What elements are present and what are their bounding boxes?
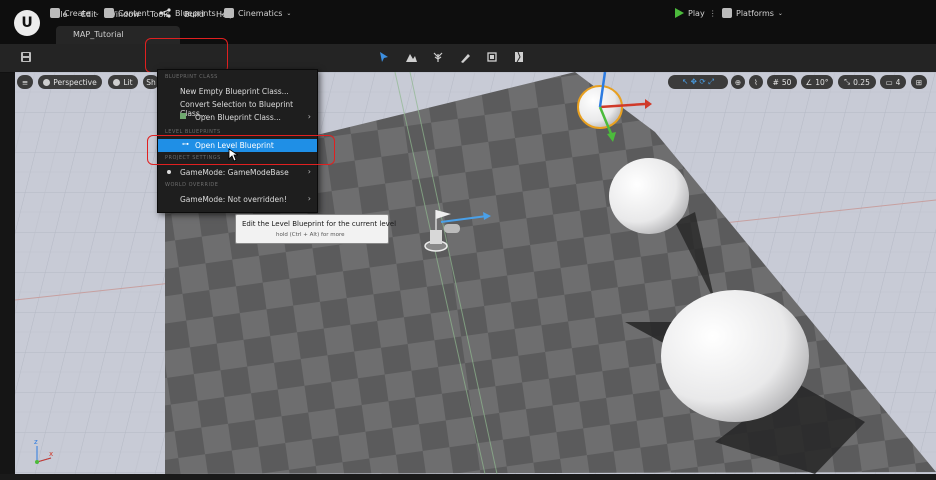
viewport-scene: z x xyxy=(15,72,936,474)
grid-snap-icon: # xyxy=(772,77,779,87)
transform-tools[interactable]: ↖ ✥ ⟳ ⤢ xyxy=(668,75,728,89)
foliage-mode-icon[interactable] xyxy=(432,51,444,63)
scale-snap-icon: ⤡ xyxy=(844,77,851,86)
create-label: Create xyxy=(64,8,91,18)
cinematics-icon xyxy=(224,8,234,18)
tooltip-hint: hold (Ctrl + Alt) for more xyxy=(276,232,345,238)
sphere-medium[interactable] xyxy=(609,158,689,234)
menu-item-open-blueprint-class[interactable]: Open Blueprint Class... › xyxy=(158,111,317,124)
menu-item-label: GameMode: GameModeBase xyxy=(180,168,289,177)
grid-snap-button[interactable]: # 50 xyxy=(767,75,797,89)
viewport-options-icon[interactable]: ≡ xyxy=(17,75,33,89)
cinematics-label: Cinematics xyxy=(238,8,283,18)
title-bar: U File Edit Window Tools Build Help MAP_… xyxy=(0,0,936,44)
blueprints-button[interactable]: Blueprints ⌄ xyxy=(159,8,225,18)
content-icon xyxy=(104,8,114,18)
cinematics-button[interactable]: Cinematics ⌄ xyxy=(224,8,291,18)
section-world-override: WORLD OVERRIDE xyxy=(165,182,219,188)
scale-snap-button[interactable]: ⤡ 0.25 xyxy=(838,75,876,89)
maximize-viewport-icon[interactable]: ⊞ xyxy=(911,75,927,89)
play-icon xyxy=(675,8,684,18)
svg-text:z: z xyxy=(34,438,38,446)
show-label: Sh xyxy=(146,77,156,87)
submenu-arrow-icon: › xyxy=(307,194,311,203)
transform-tools-icon: ↖ ✥ ⟳ ⤢ xyxy=(681,77,714,86)
unreal-logo-icon[interactable]: U xyxy=(14,10,40,36)
landscape-mode-icon[interactable] xyxy=(405,51,417,63)
modeling-mode-icon[interactable] xyxy=(486,51,498,63)
svg-text:x: x xyxy=(49,450,53,458)
sphere-large[interactable] xyxy=(661,290,809,422)
menu-item-label: New Empty Blueprint Class... xyxy=(180,87,289,96)
menu-item-gamemode[interactable]: GameMode: GameModeBase › xyxy=(158,166,317,179)
camera-speed-value: 4 xyxy=(895,77,901,87)
open-level-blueprint-highlight xyxy=(147,135,335,165)
grid-snap-value: 50 xyxy=(781,77,792,87)
save-icon[interactable] xyxy=(20,51,32,63)
play-options-icon[interactable]: ⋮ xyxy=(709,9,717,18)
menu-item-convert-selection[interactable]: Convert Selection to Blueprint Class... xyxy=(158,98,317,118)
section-blueprint-class: BLUEPRINT CLASS xyxy=(165,74,218,80)
mesh-paint-icon[interactable] xyxy=(459,51,471,63)
mouse-cursor-icon xyxy=(228,148,238,162)
submenu-arrow-icon: › xyxy=(307,167,311,176)
tooltip: Edit the Level Blueprint for the current… xyxy=(235,214,396,244)
lit-button[interactable]: Lit xyxy=(108,75,138,89)
bottom-bar xyxy=(0,474,936,480)
world-space-icon[interactable]: ⊕ xyxy=(731,75,745,89)
menu-item-label: GameMode: Not overridden! xyxy=(180,195,287,204)
rotation-snap-value: 10° xyxy=(815,77,829,87)
lit-label: Lit xyxy=(123,77,133,87)
platforms-icon xyxy=(722,8,732,18)
create-button[interactable]: Create ⌄ xyxy=(50,8,100,18)
perspective-icon xyxy=(43,78,51,86)
platforms-button[interactable]: Platforms ⌄ xyxy=(722,8,783,18)
camera-speed-icon: ▭ xyxy=(885,77,893,87)
menu-item-gamemode-override[interactable]: GameMode: Not overridden! › xyxy=(158,193,317,206)
perspective-button[interactable]: Perspective xyxy=(38,75,102,89)
level-viewport[interactable]: z x xyxy=(15,72,936,474)
blueprint-icon xyxy=(159,8,171,18)
perspective-label: Perspective xyxy=(53,77,97,87)
content-button[interactable]: Content xyxy=(104,8,150,18)
level-tab-label: MAP_Tutorial xyxy=(73,30,124,39)
open-class-icon xyxy=(180,113,186,119)
fracture-mode-icon[interactable] xyxy=(513,51,525,63)
camera-speed-button[interactable]: ▭ 4 xyxy=(880,75,906,89)
play-label: Play xyxy=(688,8,705,18)
lit-icon xyxy=(113,78,121,86)
blueprints-highlight xyxy=(145,38,228,73)
create-icon xyxy=(50,8,60,18)
menu-item-label: Open Blueprint Class... xyxy=(195,113,281,122)
tooltip-text: Edit the Level Blueprint for the current… xyxy=(242,220,397,228)
bullet-icon xyxy=(167,170,171,174)
rotation-snap-icon: ∠ xyxy=(805,77,813,87)
rotation-snap-button[interactable]: ∠ 10° xyxy=(801,75,833,89)
submenu-arrow-icon: › xyxy=(307,112,311,121)
blueprints-label: Blueprints xyxy=(175,8,216,18)
menu-item-new-empty-blueprint[interactable]: New Empty Blueprint Class... xyxy=(158,85,317,98)
platforms-label: Platforms xyxy=(736,8,774,18)
select-mode-icon[interactable] xyxy=(378,51,390,63)
surface-snap-icon[interactable]: ⌇ xyxy=(749,75,763,89)
content-label: Content xyxy=(118,8,150,18)
scale-snap-value: 0.25 xyxy=(853,77,870,87)
play-button[interactable]: Play ⋮ xyxy=(674,8,717,18)
